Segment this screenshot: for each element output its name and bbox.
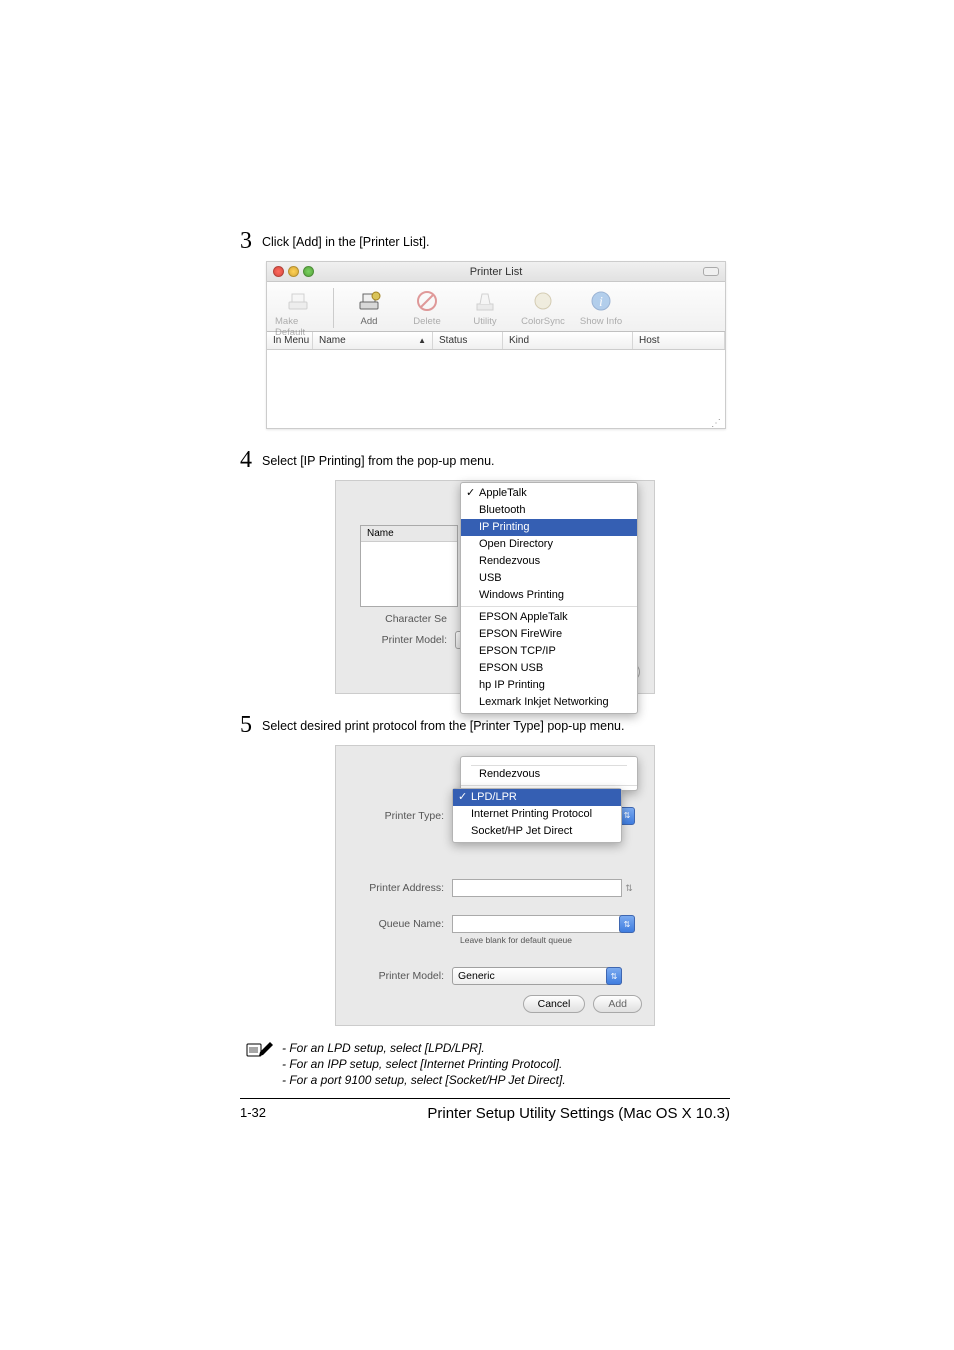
page-footer: 1-32 Printer Setup Utility Settings (Mac… <box>240 1105 730 1122</box>
step-3-text: Click [Add] in the [Printer List]. <box>262 235 429 249</box>
printer-model-select[interactable]: Generic ⇅ <box>452 967 622 985</box>
delete-label: Delete <box>413 316 440 327</box>
note-line-1: - For an LPD setup, select [LPD/LPR]. <box>282 1040 566 1056</box>
printer-list-body <box>267 350 725 418</box>
printer-type-popup-menu[interactable]: Rendezvous <box>460 756 638 791</box>
note-text: - For an LPD setup, select [LPD/LPR]. - … <box>282 1040 566 1088</box>
menu-windows-printing[interactable]: Windows Printing <box>461 587 637 604</box>
printer-model-label-2: Printer Model: <box>336 970 452 982</box>
add-printer-sheet-1: AppleTalk Bluetooth IP Printing Open Dir… <box>335 480 655 694</box>
add-button-sheet2[interactable]: Add <box>593 995 642 1013</box>
col-kind[interactable]: Kind <box>503 332 633 349</box>
delete-icon <box>413 288 441 314</box>
utility-label: Utility <box>473 316 496 327</box>
add-printer-icon <box>355 288 383 314</box>
colorsync-icon <box>529 288 557 314</box>
make-default-button[interactable]: Make Default <box>275 288 321 338</box>
col-status[interactable]: Status <box>433 332 503 349</box>
protocol-popup-menu[interactable]: AppleTalk Bluetooth IP Printing Open Dir… <box>460 482 638 714</box>
colorsync-label: ColorSync <box>521 316 565 327</box>
printer-list-window: Printer List Make Default Add <box>266 261 726 429</box>
menu-rendezvous[interactable]: Rendezvous <box>461 553 637 570</box>
svg-text:i: i <box>599 295 603 310</box>
menu-epson-tcpip[interactable]: EPSON TCP/IP <box>461 643 637 660</box>
column-headers: In Menu Name▲ Status Kind Host <box>267 332 725 350</box>
printer-model-value: Generic <box>458 970 495 982</box>
menu-appletalk[interactable]: AppleTalk <box>461 485 637 502</box>
step-3-number: 3 <box>240 228 252 255</box>
menu-ipp[interactable]: Internet Printing Protocol <box>453 806 621 823</box>
printer-icon <box>284 288 312 314</box>
note-icon <box>246 1040 272 1058</box>
history-arrows-icon[interactable]: ⇅ <box>619 915 635 933</box>
printer-address-label: Printer Address: <box>336 882 452 894</box>
menu-socket[interactable]: Socket/HP Jet Direct <box>453 823 621 840</box>
menu-epson-usb[interactable]: EPSON USB <box>461 660 637 677</box>
window-titlebar: Printer List <box>267 262 725 282</box>
step-4-number: 4 <box>240 447 252 474</box>
menu-hp-ip[interactable]: hp IP Printing <box>461 677 637 694</box>
character-set-label: Character Se <box>350 613 455 625</box>
menu-lpd-lpr[interactable]: LPD/LPR <box>453 789 621 806</box>
menu-ip-printing[interactable]: IP Printing <box>461 519 637 536</box>
add-label: Add <box>361 316 378 327</box>
show-info-button[interactable]: i Show Info <box>578 288 624 327</box>
footer-rule <box>240 1098 730 1099</box>
sort-up-icon: ▲ <box>418 336 432 345</box>
listbox-name-header: Name <box>361 526 457 542</box>
make-default-label: Make Default <box>275 316 321 338</box>
step-4: 4 Select [IP Printing] from the pop-up m… <box>240 447 740 474</box>
col-host[interactable]: Host <box>633 332 725 349</box>
delete-button[interactable]: Delete <box>404 288 450 327</box>
printer-name-listbox[interactable]: Name <box>360 525 458 607</box>
queue-hint: Leave blank for default queue <box>460 935 654 945</box>
step-5: 5 Select desired print protocol from the… <box>240 712 740 739</box>
cancel-button[interactable]: Cancel <box>523 995 586 1013</box>
resize-handle[interactable]: ⋰ <box>267 418 725 428</box>
printer-type-label: Printer Type: <box>336 810 452 822</box>
menu-bluetooth[interactable]: Bluetooth <box>461 502 637 519</box>
show-info-label: Show Info <box>580 316 622 327</box>
note-line-2: - For an IPP setup, select [Internet Pri… <box>282 1056 566 1072</box>
step-4-text: Select [IP Printing] from the pop-up men… <box>262 454 495 468</box>
utility-button[interactable]: Utility <box>462 288 508 327</box>
printer-address-input[interactable] <box>452 879 622 897</box>
colorsync-button[interactable]: ColorSync <box>520 288 566 327</box>
note-block: - For an LPD setup, select [LPD/LPR]. - … <box>246 1040 740 1088</box>
window-title: Printer List <box>267 266 725 278</box>
menu-rendezvous[interactable]: Rendezvous <box>461 766 637 783</box>
toolbar: Make Default Add Delete Utility <box>267 282 725 332</box>
utility-icon <box>471 288 499 314</box>
menu-epson-appletalk[interactable]: EPSON AppleTalk <box>461 609 637 626</box>
step-3: 3 Click [Add] in the [Printer List]. <box>240 228 740 255</box>
printer-model-label: Printer Model: <box>350 634 455 646</box>
note-line-3: - For a port 9100 setup, select [Socket/… <box>282 1072 566 1088</box>
queue-name-label: Queue Name: <box>336 918 452 930</box>
queue-name-input[interactable] <box>452 915 622 933</box>
menu-lexmark[interactable]: Lexmark Inkjet Networking <box>461 694 637 711</box>
menu-epson-firewire[interactable]: EPSON FireWire <box>461 626 637 643</box>
add-button[interactable]: Add <box>346 288 392 327</box>
stepper-icon[interactable]: ⇅ <box>622 879 636 897</box>
step-5-text: Select desired print protocol from the [… <box>262 719 624 733</box>
page-number: 1-32 <box>240 1105 266 1122</box>
section-title: Printer Setup Utility Settings (Mac OS X… <box>427 1105 730 1122</box>
printer-type-menu-open[interactable]: LPD/LPR Internet Printing Protocol Socke… <box>452 788 622 843</box>
col-name[interactable]: Name ▲ <box>313 332 433 349</box>
select-arrows-icon: ⇅ <box>606 967 622 985</box>
add-printer-sheet-2: Rendezvous Printer Type: LPD/LPR Interne… <box>335 745 655 1026</box>
info-icon: i <box>587 288 615 314</box>
menu-usb[interactable]: USB <box>461 570 637 587</box>
step-5-number: 5 <box>240 712 252 739</box>
col-name-label: Name <box>319 335 346 346</box>
menu-open-directory[interactable]: Open Directory <box>461 536 637 553</box>
